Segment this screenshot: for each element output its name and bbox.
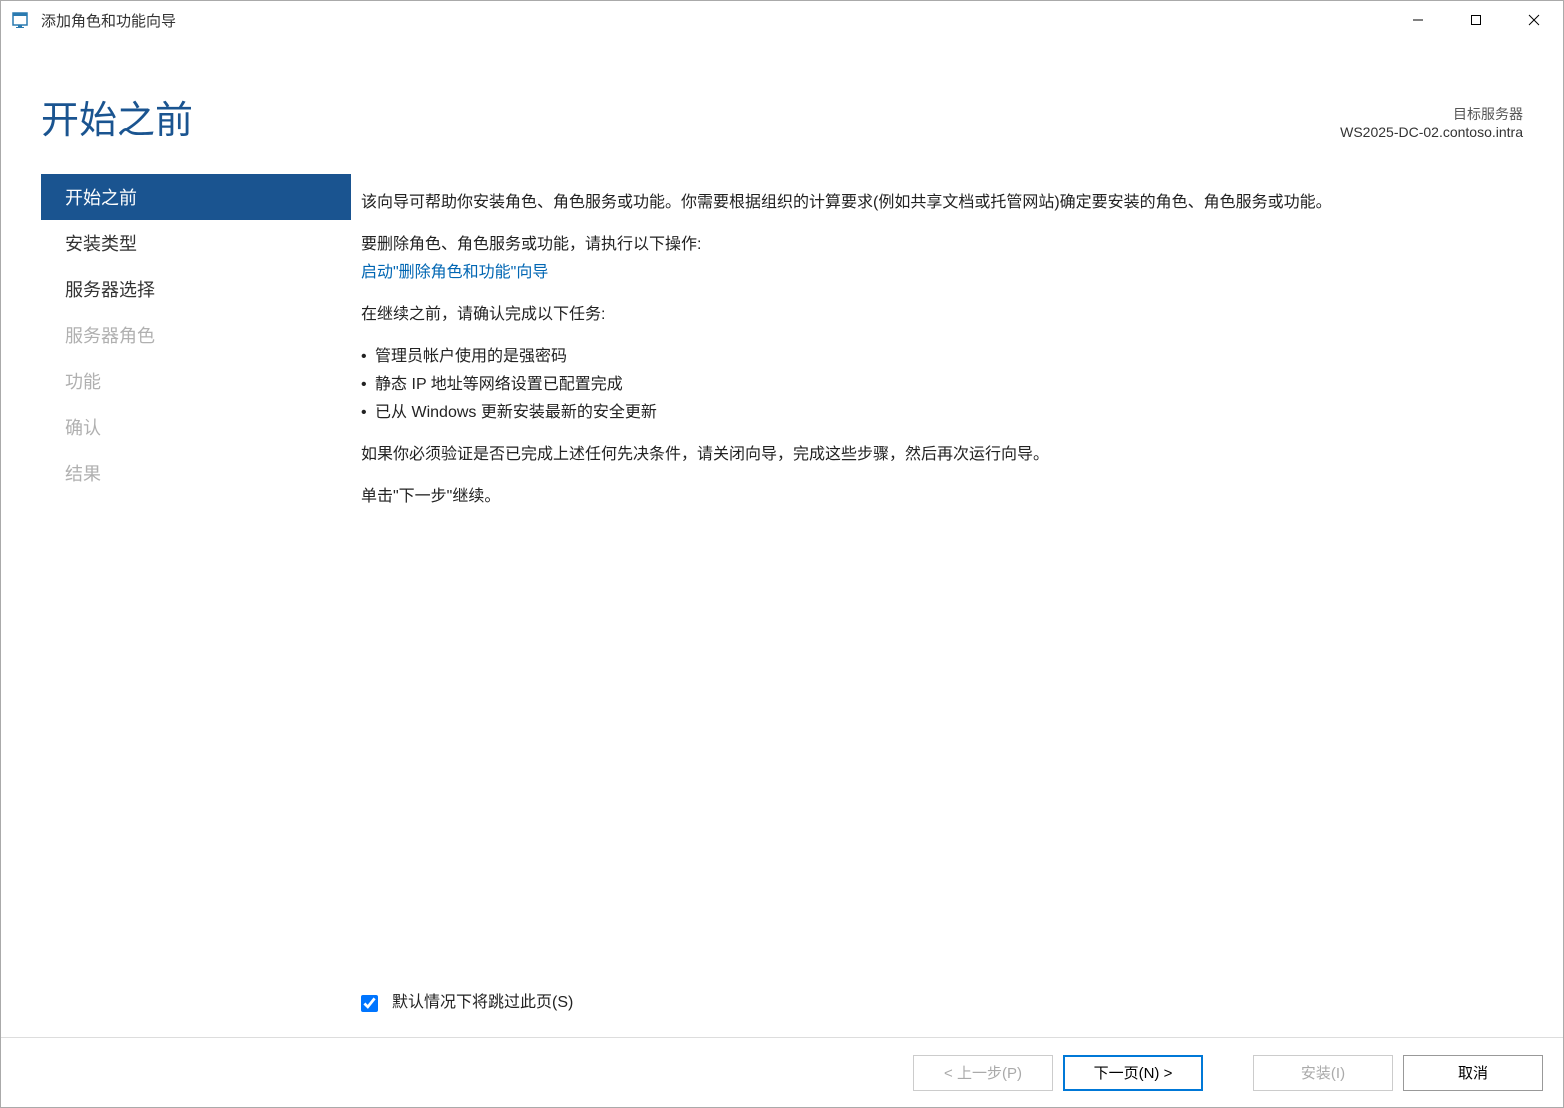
step-features: 功能 — [41, 358, 351, 404]
step-results: 结果 — [41, 450, 351, 496]
skip-page-label: 默认情况下将跳过此页(S) — [392, 989, 573, 1017]
intro-text: 该向导可帮助你安装角色、角色服务或功能。你需要根据组织的计算要求(例如共享文档或… — [361, 189, 1513, 217]
main-content: 该向导可帮助你安装角色、角色服务或功能。你需要根据组织的计算要求(例如共享文档或… — [351, 174, 1523, 1037]
page-title: 开始之前 — [41, 89, 1340, 144]
install-button: 安装(I) — [1253, 1055, 1393, 1091]
titlebar: 添加角色和功能向导 — [1, 1, 1563, 39]
cancel-button[interactable]: 取消 — [1403, 1055, 1543, 1091]
previous-button: < 上一步(P) — [913, 1055, 1053, 1091]
maximize-button[interactable] — [1447, 1, 1505, 39]
verify-note-text: 如果你必须验证是否已完成上述任何先决条件，请关闭向导，完成这些步骤，然后再次运行… — [361, 441, 1513, 469]
skip-page-checkbox[interactable] — [361, 995, 378, 1012]
header: 开始之前 目标服务器 WS2025-DC-02.contoso.intra — [1, 39, 1563, 174]
step-server-roles: 服务器角色 — [41, 312, 351, 358]
window-title: 添加角色和功能向导 — [41, 10, 1389, 31]
prerequisite-list: 管理员帐户使用的是强密码 静态 IP 地址等网络设置已配置完成 已从 Windo… — [361, 343, 1513, 427]
wizard-steps-sidebar: 开始之前 安装类型 服务器选择 服务器角色 功能 确认 结果 — [41, 174, 351, 1037]
wizard-footer: < 上一步(P) 下一页(N) > 安装(I) 取消 — [1, 1037, 1563, 1107]
target-server-label: 目标服务器 — [1340, 104, 1523, 124]
target-server-name: WS2025-DC-02.contoso.intra — [1340, 124, 1523, 140]
list-item: 静态 IP 地址等网络设置已配置完成 — [361, 371, 1513, 399]
continue-note-text: 单击"下一步"继续。 — [361, 483, 1513, 511]
list-item: 管理员帐户使用的是强密码 — [361, 343, 1513, 371]
step-server-selection[interactable]: 服务器选择 — [41, 266, 351, 312]
app-icon — [11, 10, 31, 30]
skip-page-row: 默认情况下将跳过此页(S) — [361, 989, 1513, 1037]
step-confirmation: 确认 — [41, 404, 351, 450]
next-button[interactable]: 下一页(N) > — [1063, 1055, 1203, 1091]
close-button[interactable] — [1505, 1, 1563, 39]
launch-remove-wizard-link[interactable]: 启动"删除角色和功能"向导 — [361, 264, 548, 281]
minimize-button[interactable] — [1389, 1, 1447, 39]
window-controls — [1389, 1, 1563, 39]
list-item: 已从 Windows 更新安装最新的安全更新 — [361, 399, 1513, 427]
target-server-info: 目标服务器 WS2025-DC-02.contoso.intra — [1340, 104, 1523, 140]
step-installation-type[interactable]: 安装类型 — [41, 220, 351, 266]
verify-intro-text: 在继续之前，请确认完成以下任务: — [361, 301, 1513, 329]
step-before-you-begin[interactable]: 开始之前 — [41, 174, 351, 220]
remove-intro-text: 要删除角色、角色服务或功能，请执行以下操作: — [361, 231, 1513, 259]
